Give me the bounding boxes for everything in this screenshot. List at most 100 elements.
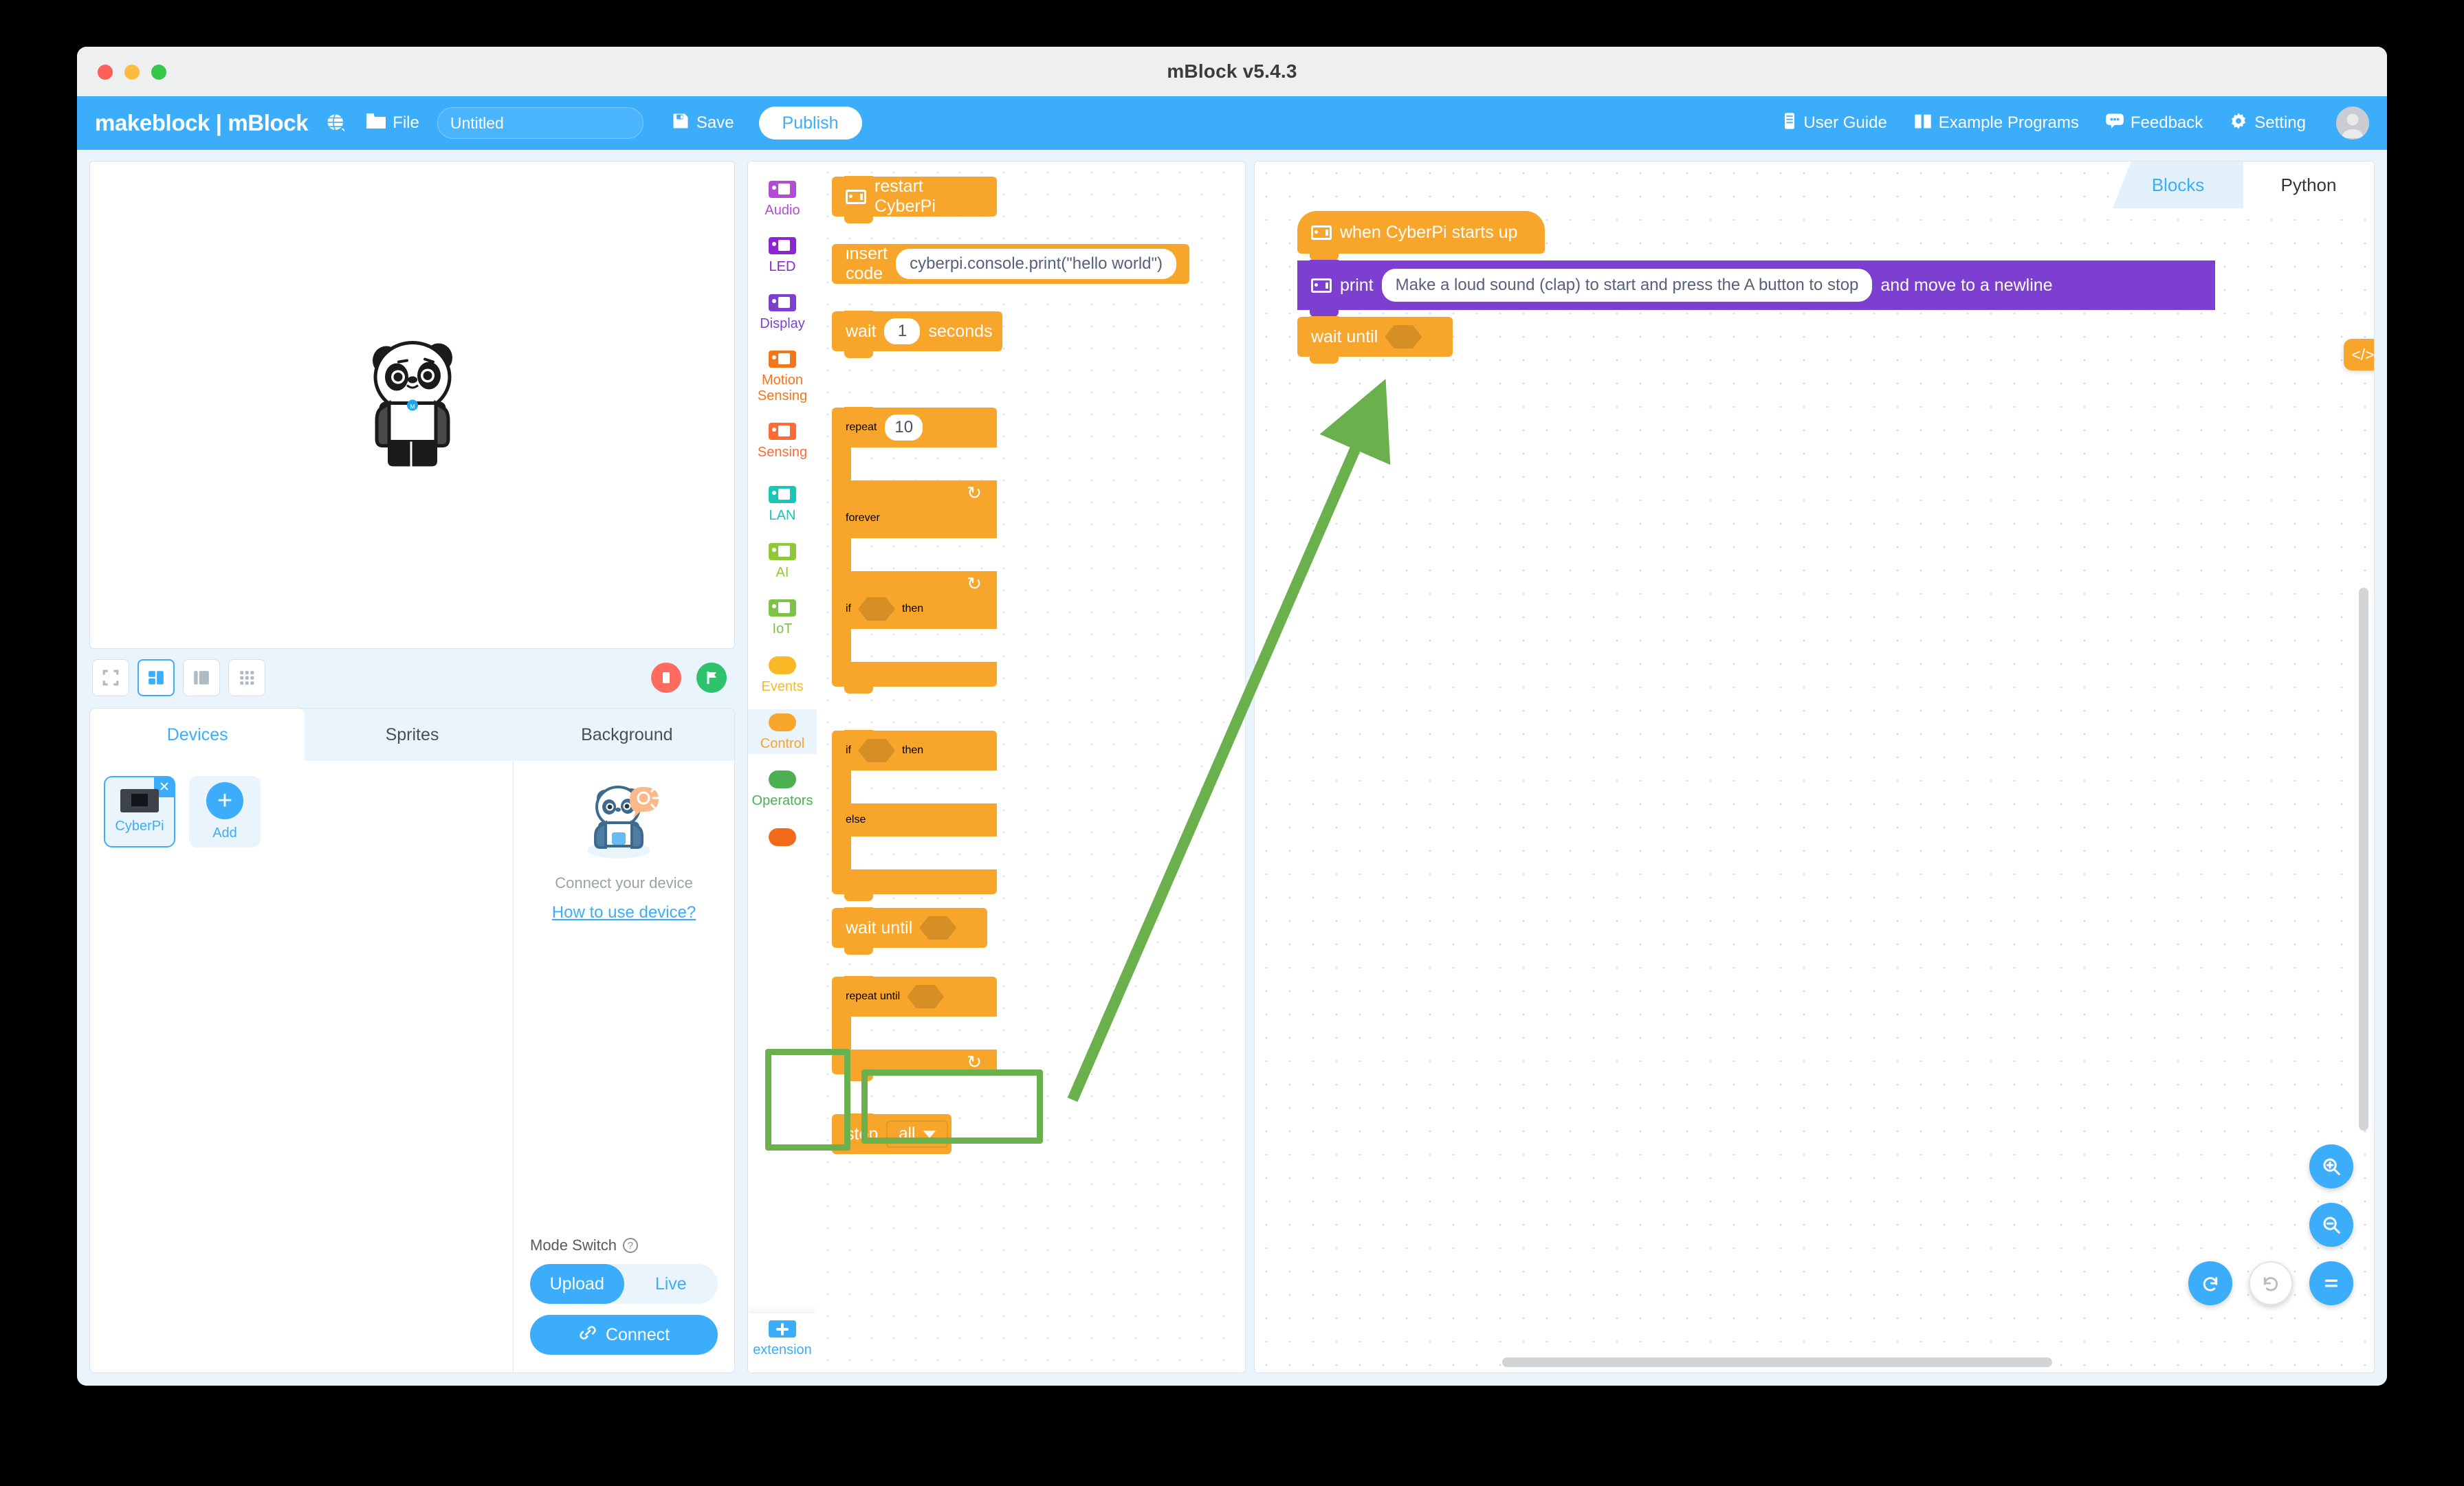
code-brackets-icon[interactable]: </> <box>2344 339 2374 370</box>
small-stage-icon[interactable] <box>183 659 220 696</box>
category-extension[interactable]: extension <box>748 1313 817 1360</box>
zoom-reset-icon[interactable] <box>2309 1261 2353 1305</box>
close-window-button[interactable] <box>98 65 113 80</box>
repeat-count-input[interactable]: 10 <box>885 414 923 441</box>
boolean-slot[interactable] <box>858 739 895 762</box>
workspace-horizontal-scrollbar[interactable] <box>1502 1357 2052 1367</box>
feedback-button[interactable]: Feedback <box>2105 112 2203 135</box>
workspace-tabs: Blocks Python <box>2113 162 2374 208</box>
undo-icon[interactable] <box>2188 1261 2232 1305</box>
plus-icon: + <box>206 782 243 819</box>
publish-button[interactable]: Publish <box>758 107 862 140</box>
stop-dropdown[interactable]: all <box>886 1120 949 1148</box>
palette-block-wait-seconds[interactable]: wait 1 seconds <box>832 311 1002 358</box>
zoom-out-icon[interactable] <box>2309 1203 2353 1247</box>
wait-seconds-input[interactable]: 1 <box>884 318 921 344</box>
setting-button[interactable]: Setting <box>2229 111 2306 135</box>
tab-python[interactable]: Python <box>2243 162 2374 208</box>
category-events[interactable]: Events <box>748 652 817 697</box>
mode-upload-button[interactable]: Upload <box>530 1264 624 1304</box>
save-disk-icon <box>671 111 690 135</box>
stage-area[interactable]: M <box>89 161 735 649</box>
block-label-before: wait <box>846 321 877 341</box>
category-control[interactable]: Control <box>748 709 817 755</box>
file-menu-button[interactable]: File <box>366 112 419 135</box>
category-led[interactable]: LED <box>748 233 817 277</box>
operators-icon <box>769 770 796 789</box>
add-device-button[interactable]: + Add <box>189 776 261 847</box>
tab-devices-label: Devices <box>166 724 228 744</box>
script-stack[interactable]: when CyberPi starts up print Make a loud… <box>1297 211 2215 364</box>
grid-layout-icon[interactable] <box>228 659 265 696</box>
category-audio[interactable]: Audio <box>748 177 817 221</box>
category-sensing[interactable]: Sensing <box>748 419 817 463</box>
script-block-print[interactable]: print Make a loud sound (clap) to start … <box>1297 260 2215 317</box>
tab-blocks[interactable]: Blocks <box>2113 162 2243 208</box>
project-title-input[interactable] <box>437 107 644 139</box>
category-display[interactable]: Display <box>748 290 817 334</box>
boolean-slot[interactable] <box>907 985 945 1008</box>
boolean-slot[interactable] <box>858 597 895 621</box>
palette-block-repeat[interactable]: repeat 10 ↻ <box>832 407 997 512</box>
question-mark-icon[interactable]: ? <box>622 1238 638 1253</box>
display-icon <box>769 293 796 311</box>
example-programs-button[interactable]: Example Programs <box>1913 111 2079 135</box>
palette-block-repeat-until[interactable]: repeat until ↻ <box>832 976 997 1081</box>
category-motion-sensing-label: Motion Sensing <box>757 373 808 403</box>
tab-background-label: Background <box>581 724 673 744</box>
palette-block-forever[interactable]: forever ↻ <box>832 498 997 596</box>
device-card-cyberpi[interactable]: ✕ CyberPi <box>104 776 175 847</box>
insert-code-field[interactable]: cyberpi.console.print("hello world") <box>896 249 1177 279</box>
window-title: mBlock v5.4.3 <box>1167 60 1297 82</box>
block-label: wait until <box>1311 326 1378 346</box>
how-to-use-device-link[interactable]: How to use device? <box>552 903 696 922</box>
script-block-wait-until[interactable]: wait until <box>1297 316 1453 364</box>
device-row: ✕ CyberPi + Add <box>104 776 499 847</box>
user-guide-button[interactable]: User Guide <box>1782 111 1887 135</box>
window-traffic-lights <box>98 65 166 80</box>
palette-block-if-then-else[interactable]: if then else <box>832 730 997 901</box>
category-motion-sensing[interactable]: Motion Sensing <box>748 346 817 406</box>
globe-icon[interactable] <box>326 113 346 133</box>
events-icon <box>769 656 796 674</box>
category-lan[interactable]: LAN <box>748 482 817 526</box>
avatar[interactable] <box>2336 107 2369 140</box>
category-operators[interactable]: Operators <box>748 766 817 811</box>
panda-sprite[interactable]: M <box>358 335 468 476</box>
print-text-field[interactable]: Make a loud sound (clap) to start and pr… <box>1381 269 1873 302</box>
palette-block-if-then[interactable]: if then <box>832 588 997 694</box>
fullscreen-icon[interactable] <box>92 659 129 696</box>
palette-block-stop[interactable]: stop all <box>832 1113 952 1154</box>
category-iot[interactable]: IoT <box>748 595 817 639</box>
tab-devices[interactable]: Devices <box>90 709 305 761</box>
palette-block-wait-until[interactable]: wait until <box>832 907 987 955</box>
split-layout-icon[interactable] <box>138 659 175 696</box>
panda-connect-illustration <box>580 779 668 865</box>
boolean-slot[interactable] <box>1385 325 1422 348</box>
connect-button[interactable]: Connect <box>530 1315 718 1355</box>
mode-switch: Upload Live <box>530 1264 718 1304</box>
minimize-window-button[interactable] <box>124 65 140 80</box>
tab-background[interactable]: Background <box>519 709 734 761</box>
palette-block-insert-code[interactable]: insert code cyberpi.console.print("hello… <box>832 244 1189 284</box>
script-block-when-cyberpi-starts-up[interactable]: when CyberPi starts up <box>1297 211 1545 260</box>
boolean-slot[interactable] <box>919 916 957 940</box>
redo-icon[interactable] <box>2249 1261 2293 1305</box>
category-iot-label: IoT <box>772 621 793 637</box>
block-label: restart CyberPi <box>874 177 936 216</box>
script-workspace[interactable]: Blocks Python </> when CyberPi starts up <box>1254 161 2375 1373</box>
workspace-vertical-scrollbar[interactable] <box>2359 588 2368 1131</box>
mode-live-button[interactable]: Live <box>624 1264 718 1304</box>
zoom-in-icon[interactable] <box>2309 1144 2353 1188</box>
palette-blocks[interactable]: restart CyberPi insert code cyberpi.cons… <box>817 162 1245 1373</box>
category-variables[interactable] <box>748 824 817 849</box>
tab-sprites[interactable]: Sprites <box>305 709 520 761</box>
category-ai[interactable]: AI <box>748 539 817 583</box>
category-events-label: Events <box>761 678 804 694</box>
save-button[interactable]: Save <box>671 111 734 135</box>
palette-block-restart-cyberpi[interactable]: restart CyberPi <box>832 176 997 223</box>
maximize-window-button[interactable] <box>151 65 166 80</box>
tab-sprites-label: Sprites <box>385 724 439 744</box>
green-flag-icon[interactable] <box>696 663 727 693</box>
stop-icon[interactable] <box>651 663 681 693</box>
